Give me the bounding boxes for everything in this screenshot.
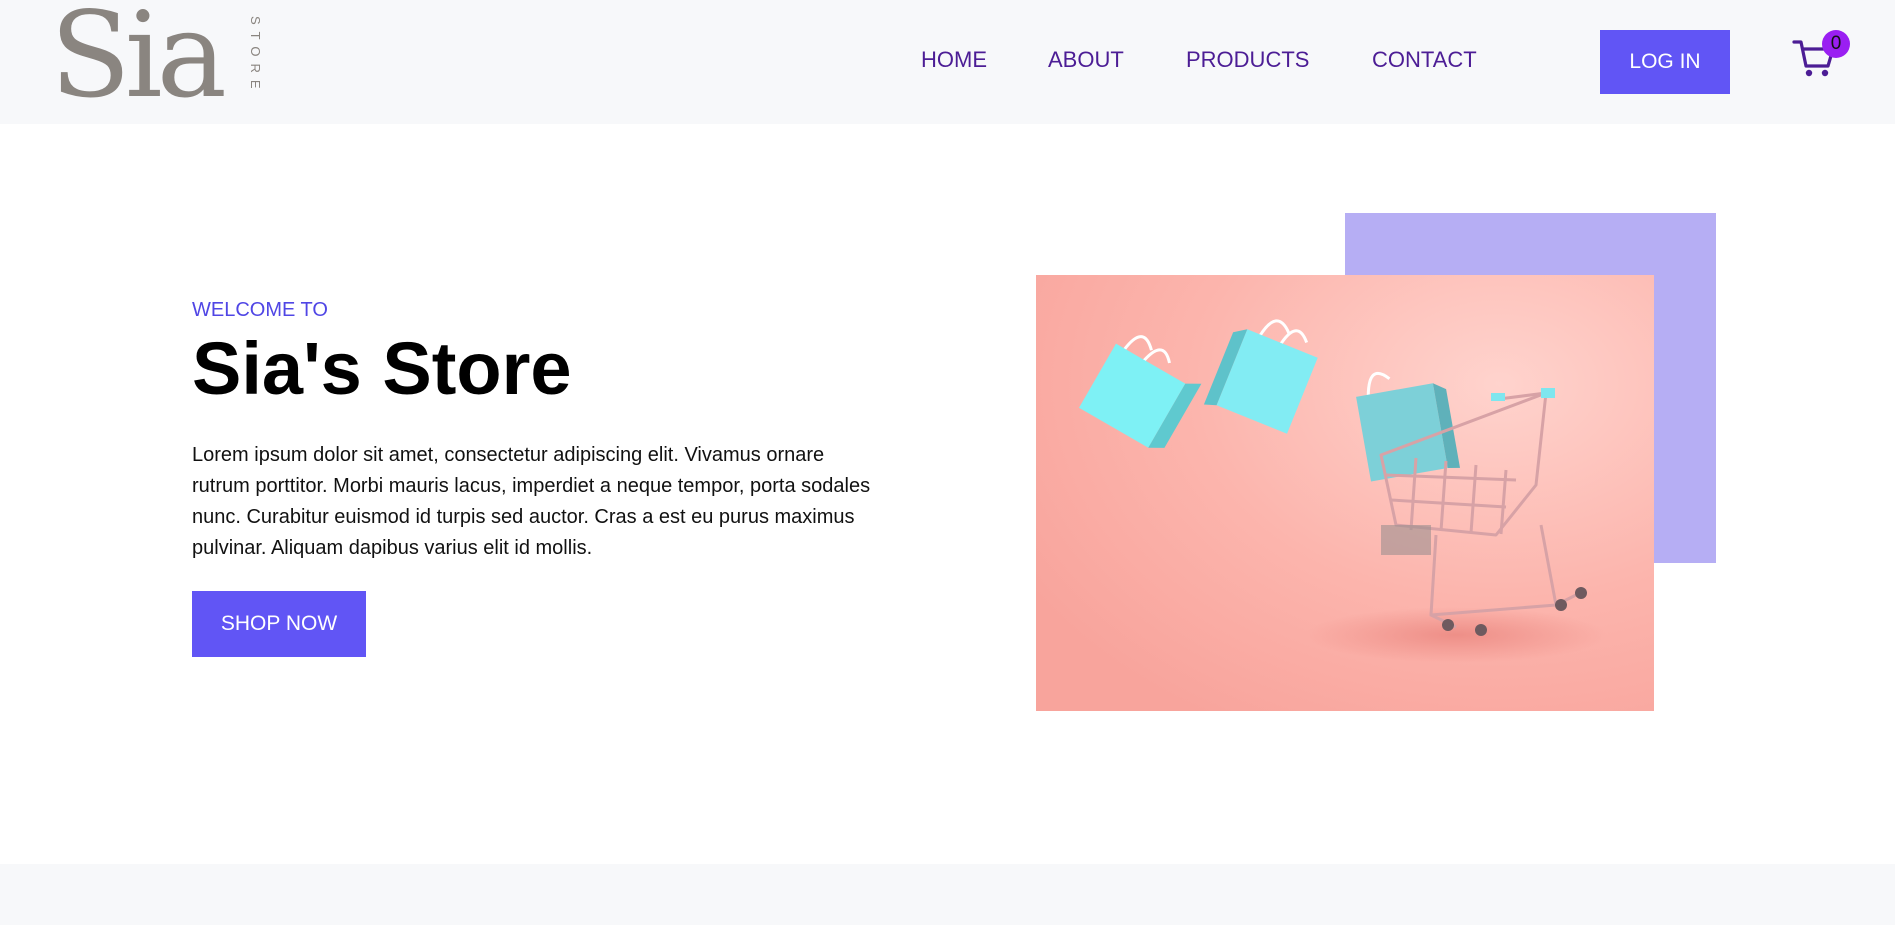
hero-image [1036,275,1654,711]
store-logo[interactable]: Sia STORE [50,0,265,114]
logo-wordmark: Sia [50,0,227,124]
hero-eyebrow: WELCOME TO [192,299,328,321]
footer-strip [0,864,1895,925]
logo-subtext: STORE [248,16,263,96]
shop-now-button[interactable]: SHOP NOW [192,591,366,657]
shopping-bags-and-cart-illustration [1036,275,1654,711]
nav-item-about[interactable]: ABOUT [1048,49,1124,71]
hero-text-block: WELCOME TO Sia's Store Lorem ipsum dolor… [192,300,892,564]
site-header: Sia STORE HOME ABOUT PRODUCTS CONTACT LO… [0,0,1895,124]
login-button[interactable]: LOG IN [1600,30,1730,94]
hero-title: Sia's Store [192,327,572,410]
nav-item-contact[interactable]: CONTACT [1372,49,1477,71]
hero-description: Lorem ipsum dolor sit amet, consectetur … [192,444,871,559]
nav-item-products[interactable]: PRODUCTS [1186,49,1309,71]
nav-item-home[interactable]: HOME [921,49,987,71]
cart-count-badge: 0 [1822,30,1850,58]
